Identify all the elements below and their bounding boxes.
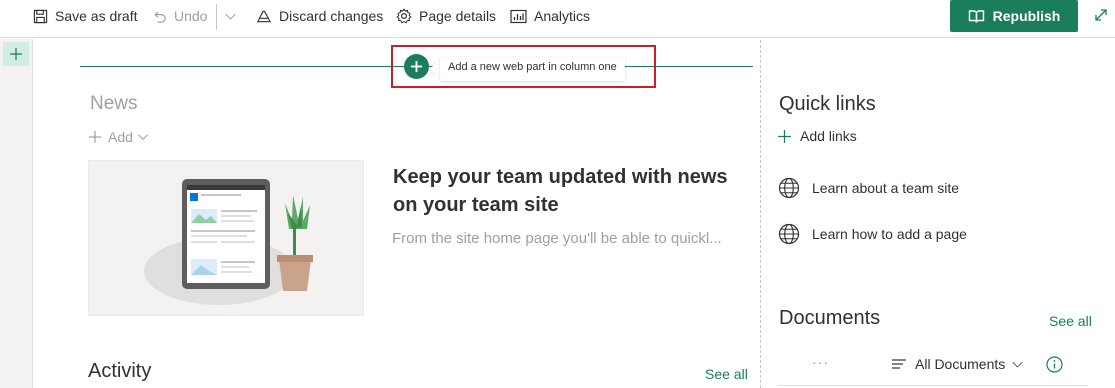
republish-button[interactable]: Republish (950, 0, 1078, 32)
add-section-button[interactable] (3, 42, 29, 66)
toolbar-divider (216, 4, 217, 30)
highlight-box (391, 45, 656, 88)
view-selector-label: All Documents (915, 356, 1006, 372)
globe-icon (778, 177, 800, 199)
news-add-label: Add (108, 129, 133, 145)
news-title: News (90, 93, 138, 114)
discard-icon (256, 10, 272, 22)
activity-see-all-link[interactable]: See all (705, 366, 748, 382)
view-selector-dropdown[interactable]: All Documents (891, 356, 1024, 372)
quick-link-item[interactable]: Learn about a team site (778, 177, 959, 199)
list-view-icon (892, 359, 906, 369)
save-icon (33, 9, 48, 23)
plus-icon (10, 48, 22, 60)
more-options-button[interactable]: ··· (812, 354, 829, 370)
quick-link-label: Learn about a team site (812, 180, 960, 196)
republish-label: Republish (992, 8, 1061, 24)
column-divider (760, 40, 761, 388)
book-icon (968, 9, 984, 23)
chevron-down-icon (225, 13, 236, 20)
quick-links-title: Quick links (779, 93, 876, 115)
analytics-button[interactable]: Analytics (510, 0, 590, 32)
plus-icon (778, 129, 791, 143)
activity-title: Activity (88, 360, 152, 382)
add-links-button[interactable]: Add links (777, 128, 857, 144)
info-icon[interactable] (1046, 356, 1063, 373)
save-as-draft-label: Save as draft (55, 8, 138, 24)
undo-button[interactable]: Undo (152, 0, 207, 32)
news-description: From the site home page you'll be able t… (392, 230, 722, 247)
tablet-plant-illustration (144, 179, 313, 305)
quick-link-label: Learn how to add a page (812, 226, 967, 242)
section-toolbar-strip (0, 39, 33, 388)
documents-title: Documents (779, 307, 881, 329)
expand-icon[interactable] (1093, 7, 1109, 23)
page-details-button[interactable]: Page details (396, 0, 496, 32)
analytics-icon (510, 9, 527, 23)
news-add-button[interactable]: Add (88, 129, 155, 145)
news-illustration (88, 160, 364, 316)
gear-icon (396, 8, 412, 24)
discard-changes-button[interactable]: Discard changes (256, 0, 383, 32)
globe-icon (778, 223, 800, 245)
undo-icon (154, 10, 166, 23)
quick-link-item[interactable]: Learn how to add a page (778, 223, 967, 245)
command-bar: Save as draft Undo Discard changes Page … (0, 0, 1115, 38)
documents-divider (778, 385, 1088, 386)
news-headline: Keep your team updated with news on your… (393, 166, 728, 216)
chevron-down-icon (1012, 361, 1024, 368)
discard-changes-label: Discard changes (279, 8, 384, 24)
save-as-draft-button[interactable]: Save as draft (33, 0, 138, 32)
documents-see-all-link[interactable]: See all (1049, 313, 1092, 329)
analytics-label: Analytics (534, 8, 591, 24)
plus-icon (89, 131, 101, 143)
undo-dropdown-button[interactable] (224, 0, 244, 32)
add-links-label: Add links (800, 128, 857, 144)
page-details-label: Page details (419, 8, 497, 24)
undo-label: Undo (174, 8, 208, 24)
chevron-down-icon (138, 134, 148, 140)
